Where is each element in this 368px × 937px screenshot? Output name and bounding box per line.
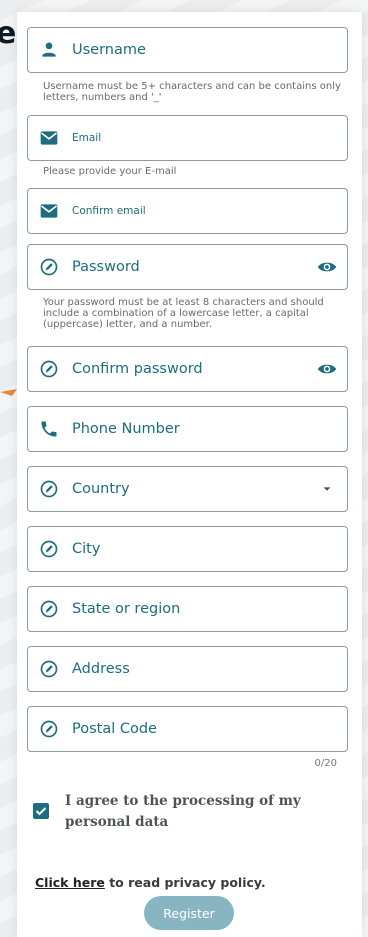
- person-icon: [42, 42, 56, 57]
- edit-circle-icon: [40, 258, 58, 276]
- phone-field[interactable]: Phone Number: [27, 406, 348, 452]
- password-label: Password: [72, 259, 140, 275]
- edit-circle-icon: [40, 720, 58, 738]
- registration-form: Username Username must be 5+ characters …: [17, 12, 362, 937]
- confirm-password-field[interactable]: Confirm password: [27, 346, 348, 392]
- consent-label: I agree to the processing of my personal…: [65, 793, 301, 830]
- password-field[interactable]: Password: [27, 244, 348, 290]
- email-label: Email: [72, 132, 102, 144]
- edit-circle-icon: [40, 660, 58, 678]
- email-field[interactable]: Email: [27, 115, 348, 161]
- dropdown-arrow-icon[interactable]: [317, 479, 337, 499]
- username-label: Username: [72, 42, 146, 58]
- confirm-password-label: Confirm password: [72, 361, 203, 377]
- phone-icon: [41, 421, 57, 437]
- confirm-email-label: Confirm email: [72, 205, 146, 217]
- username-field[interactable]: Username: [27, 27, 348, 73]
- city-label: City: [72, 541, 101, 557]
- eye-icon[interactable]: [317, 257, 337, 277]
- city-field[interactable]: City: [27, 526, 348, 572]
- country-label: Country: [72, 481, 130, 497]
- edit-circle-icon: [40, 600, 58, 618]
- eye-icon[interactable]: [317, 359, 337, 379]
- state-label: State or region: [72, 601, 181, 617]
- phone-label: Phone Number: [72, 421, 180, 437]
- privacy-policy-suffix: to read privacy policy.: [104, 875, 266, 890]
- edit-circle-icon: [40, 480, 58, 498]
- postal-code-field[interactable]: Postal Code: [27, 706, 348, 752]
- password-hint: Your password must be at least 8 charact…: [43, 297, 324, 330]
- username-hint: Username must be 5+ characters and can b…: [43, 81, 341, 103]
- privacy-policy-link[interactable]: Click here: [35, 875, 105, 890]
- mail-icon: [40, 204, 58, 218]
- postal-code-label: Postal Code: [72, 721, 157, 737]
- consent-checkbox[interactable]: [33, 803, 49, 819]
- confirm-email-field[interactable]: Confirm email: [27, 188, 348, 234]
- privacy-policy-text: Click here to read privacy policy.: [35, 875, 266, 890]
- email-hint: Please provide your E-mail: [43, 166, 177, 177]
- address-field[interactable]: Address: [27, 646, 348, 692]
- address-label: Address: [72, 661, 130, 677]
- edit-circle-icon: [40, 360, 58, 378]
- edit-circle-icon: [40, 540, 58, 558]
- register-button[interactable]: Register: [144, 896, 234, 930]
- country-select[interactable]: Country: [27, 466, 348, 512]
- state-field[interactable]: State or region: [27, 586, 348, 632]
- postal-code-counter: 0/20: [314, 758, 337, 769]
- mail-icon: [40, 131, 58, 145]
